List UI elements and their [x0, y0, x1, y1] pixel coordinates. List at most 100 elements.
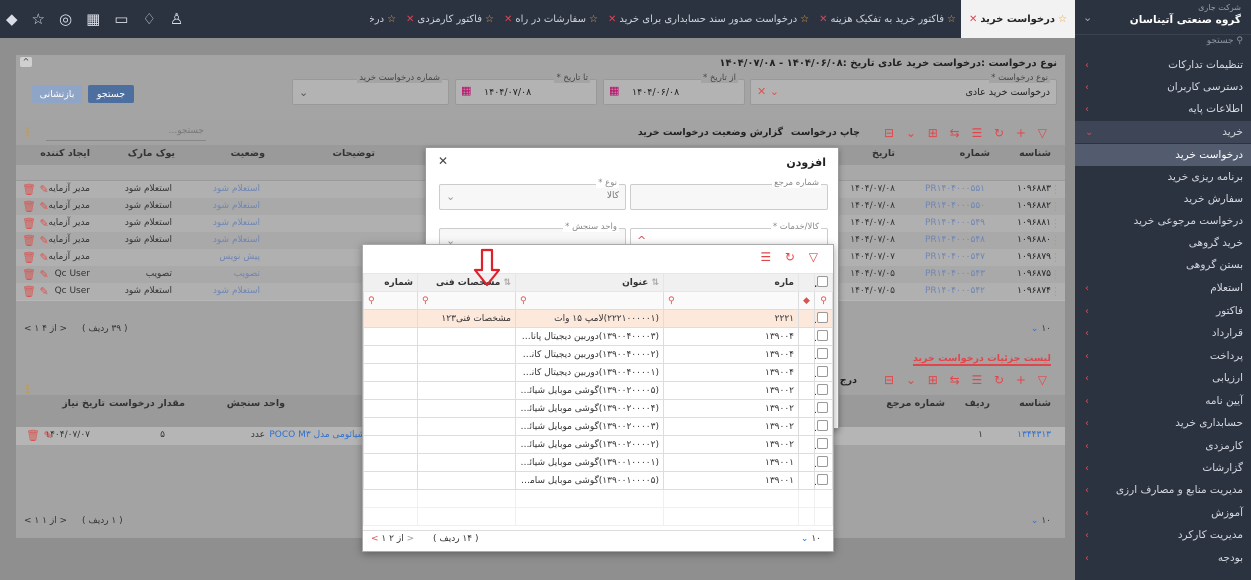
sidebar-item[interactable]: ⌄ خرید — [1075, 121, 1251, 143]
close-icon[interactable]: ✕ — [969, 14, 977, 25]
sidebar-item[interactable]: ‹ آیین نامه — [1075, 390, 1251, 412]
sidebar-item[interactable]: ‹ بودجه — [1075, 547, 1251, 569]
pager-nav[interactable]: < از ۴ ۱ > — [24, 324, 67, 334]
star-icon[interactable]: ☆ — [589, 14, 598, 25]
close-icon[interactable]: ✕ — [438, 154, 448, 168]
row-menu-icon[interactable]: ⋮ — [1050, 234, 1061, 247]
close-icon[interactable]: ✕ — [608, 14, 616, 25]
sidebar-item[interactable]: ‹ ارزیابی — [1075, 367, 1251, 389]
sidebar-item[interactable]: سفارش خرید — [1075, 188, 1251, 210]
tab-accounting-doc[interactable]: ✕ درخواست صدور سند حسابداری برای خرید ☆ — [603, 0, 814, 38]
star-icon[interactable]: ☆ — [387, 14, 396, 25]
row-actions-icon[interactable]: 🗑 ✎ — [22, 183, 49, 196]
list-item[interactable]: (۱۳۹۰۰۲۰۰۰۰۳)گوشی موبایل شیائومی مدل pro… — [363, 417, 833, 436]
sidebar-item[interactable]: ‹ استعلام — [1075, 277, 1251, 299]
sidebar-item[interactable]: ‹ دسترسی کاربران — [1075, 76, 1251, 98]
select-all-checkbox[interactable] — [817, 275, 828, 287]
sidebar-item[interactable]: ‹ کارمزدی — [1075, 435, 1251, 457]
sidebar-item[interactable]: ‹ پرداخت — [1075, 345, 1251, 367]
row-menu-icon[interactable]: ⋮ — [1050, 183, 1061, 196]
list-item[interactable]: (۱۳۹۰۰۴۰۰۰۰۱)دوربین دیجیتال کانن مدل ۴۰۰… — [363, 363, 833, 382]
list-item[interactable]: (۱۳۹۰۰۴۰۰۰۰۲)دوربین دیجیتال کانن مدل EOS… — [363, 345, 833, 364]
row-actions-icon[interactable]: 🗑 ✎ — [22, 268, 49, 281]
eraser-icon[interactable]: ◆ — [798, 291, 815, 310]
sidebar-item[interactable]: ‹ فاکتور — [1075, 300, 1251, 322]
clear-icon[interactable]: ✕ ⌄ — [757, 85, 779, 98]
tab-invoice-cost[interactable]: ✕ فاکتور خرید به تفکیک هزینه ☆ — [814, 0, 961, 38]
page-size-select[interactable]: ⌄ ۱۰ — [1031, 516, 1051, 526]
row-menu-icon[interactable]: ⋮ — [1050, 200, 1061, 213]
tab-orders-in-transit[interactable]: ✕ سفارشات در راه ☆ — [499, 0, 603, 38]
column-header[interactable]: شماره — [363, 273, 418, 292]
reset-button[interactable]: بازنشانی — [32, 85, 82, 103]
search-icon[interactable]: ⚲ — [663, 291, 799, 310]
grid-icon[interactable]: ▦ — [86, 10, 100, 28]
to-date-field[interactable]: تا تاریخ * ۱۴۰۴/۰۷/۰۸ ▦ — [455, 73, 597, 105]
row-checkbox[interactable] — [817, 383, 828, 395]
row-menu-icon[interactable]: ⋮ — [1050, 285, 1061, 298]
row-checkbox[interactable] — [817, 455, 828, 467]
reference-number-field[interactable]: شماره مرجع — [630, 178, 828, 210]
sidebar-item[interactable]: ‹ اطلاعات پایه — [1075, 98, 1251, 120]
code-icon[interactable]: ◆ — [6, 10, 18, 28]
star-icon[interactable]: ☆ — [485, 14, 494, 25]
list-item[interactable]: (۱۳۹۰۰۲۰۰۰۰۴)گوشی موبایل شیائومی مدل POC… — [363, 399, 833, 418]
row-menu-icon[interactable]: ⋮ — [1050, 268, 1061, 281]
print-request-button[interactable]: چاپ درخواست — [791, 127, 860, 138]
pager-nav[interactable]: < از ۲ ۱ > — [371, 534, 414, 544]
sidebar-search[interactable]: ⚲ جستجو — [1207, 36, 1243, 46]
row-checkbox[interactable] — [817, 311, 828, 323]
star-icon[interactable]: ☆ — [947, 14, 956, 25]
close-icon[interactable]: ✕ — [406, 14, 414, 25]
sidebar-item[interactable]: برنامه ریزی خرید — [1075, 166, 1251, 188]
sidebar-item[interactable]: ‹ حسابداری خرید — [1075, 412, 1251, 434]
list-item[interactable]: (۱۳۹۰۰۴۰۰۰۰۳)دوربین دیجیتال پاناسونیک مد… — [363, 327, 833, 346]
search-icon[interactable]: ⚲ — [814, 291, 833, 310]
bell-icon[interactable]: ♢ — [142, 10, 155, 28]
chevron-down-icon[interactable]: ⌄ — [299, 86, 308, 99]
row-menu-icon[interactable]: ⋮ — [1050, 217, 1061, 230]
row-actions-icon[interactable]: 🗑 ✎ — [26, 429, 53, 442]
search-icon[interactable]: ⚲ — [417, 291, 516, 310]
details-toolbar-icons[interactable]: ▽ + ↻ ☰ ⇆ ⊞ ⌄ ⊟ — [884, 373, 1051, 387]
row-checkbox[interactable] — [817, 419, 828, 431]
close-icon[interactable]: ✕ — [504, 14, 512, 25]
page-size-select[interactable]: ⌄ ۱۰ — [801, 534, 821, 544]
user-icon[interactable]: ♙ — [170, 10, 183, 28]
row-checkbox[interactable] — [817, 347, 828, 359]
sidebar-item[interactable]: ‹ گزارشات — [1075, 457, 1251, 479]
list-item[interactable]: مشخصات فنی۱۲۳ (۲۲۲۱۰۰۰۰۰۱)لامپ ۱۵ وات ۲۲۲۱ — [363, 309, 833, 328]
from-date-field[interactable]: از تاریخ * ۱۴۰۴/۰۶/۰۸ ▦ — [603, 73, 745, 105]
column-header[interactable]: ⇅ عنوان — [515, 273, 664, 292]
filter-row[interactable]: ⚲ ⚲ ⚲ ⚲ ◆ ⚲ — [363, 291, 833, 310]
sidebar-item[interactable]: درخواست مرجوعی خرید — [1075, 210, 1251, 232]
more-icon[interactable]: ⋮ — [22, 126, 33, 139]
sidebar-item[interactable]: بستن گروهی — [1075, 254, 1251, 276]
sidebar-item[interactable]: ‹ مدیریت منابع و مصارف ارزی — [1075, 479, 1251, 501]
grid-search-input[interactable]: جستجو... — [46, 124, 206, 141]
type-field[interactable]: نوع * کالا ⌄ — [439, 178, 626, 210]
row-actions-icon[interactable]: 🗑 ✎ — [22, 234, 49, 247]
calendar-icon[interactable]: ▦ — [609, 84, 619, 97]
pager-nav[interactable]: < از ۱ ۱ > — [24, 516, 67, 526]
row-checkbox[interactable] — [817, 365, 828, 377]
row-actions-icon[interactable]: 🗑 ✎ — [22, 217, 49, 230]
row-checkbox[interactable] — [817, 473, 828, 485]
row-actions-icon[interactable]: 🗑 ✎ — [22, 285, 49, 298]
row-checkbox[interactable] — [817, 401, 828, 413]
list-item[interactable]: (۱۳۹۰۰۱۰۰۰۰۵)گوشی موبایل سامسونگ مدل SM … — [363, 471, 833, 490]
request-number-field[interactable]: شماره درخواست خرید ⌄ — [292, 73, 449, 105]
tab-commission-invoice[interactable]: ✕ فاکتور کارمزدی ☆ — [401, 0, 499, 38]
list-item[interactable]: (۱۳۹۰۰۲۰۰۰۰۵)گوشی موبایل شیائومی مدل X۳ … — [363, 381, 833, 400]
list-item[interactable]: (۱۳۹۰۰۲۰۰۰۰۲)گوشی موبایل شیائومی مدل Red… — [363, 435, 833, 454]
chevron-down-icon[interactable]: ⌄ — [1083, 11, 1092, 24]
close-icon[interactable]: ✕ — [819, 14, 827, 25]
row-menu-icon[interactable]: ⋮ — [1050, 251, 1061, 264]
star-icon[interactable]: ☆ — [32, 10, 45, 28]
sidebar-item[interactable]: ‹ مدیریت کارکرد — [1075, 524, 1251, 546]
row-actions-icon[interactable]: 🗑 ✎ — [22, 251, 49, 264]
folder-icon[interactable]: ▭ — [114, 10, 128, 28]
row-checkbox[interactable] — [817, 437, 828, 449]
sidebar-item[interactable]: ‹ آموزش — [1075, 502, 1251, 524]
page-size-select[interactable]: ⌄ ۱۰ — [1031, 324, 1051, 334]
